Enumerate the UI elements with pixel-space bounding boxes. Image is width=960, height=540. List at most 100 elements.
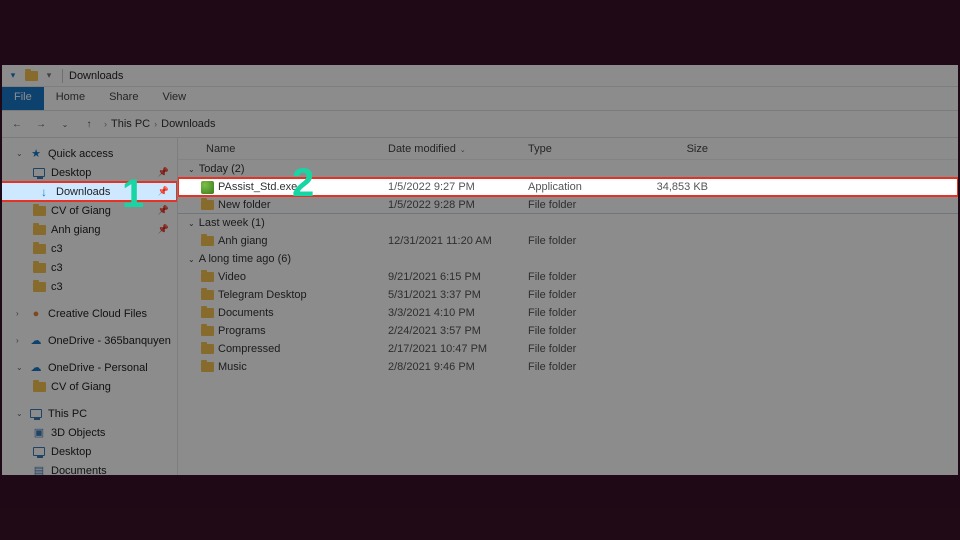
column-date[interactable]: Date modified⌄ — [388, 143, 528, 155]
tree-label: Downloads — [56, 186, 110, 198]
file-row[interactable]: Compressed2/17/2021 10:47 PMFile folder — [178, 340, 958, 358]
tree-label: OneDrive - 365banquyen — [48, 335, 171, 347]
chevron-down-icon: ⌄ — [188, 219, 195, 228]
file-date: 2/8/2021 9:46 PM — [388, 361, 528, 373]
tree-anh-giang[interactable]: Anh giang 📌 — [2, 220, 177, 239]
forward-button[interactable]: → — [32, 115, 50, 133]
folder-icon: ▣ — [32, 426, 46, 440]
file-date: 12/31/2021 11:20 AM — [388, 235, 528, 247]
nav-dropdown-icon[interactable]: ▾ — [6, 69, 20, 83]
file-name: Telegram Desktop — [218, 289, 388, 301]
file-type: Application — [528, 181, 638, 193]
column-label: Type — [528, 143, 552, 155]
back-button[interactable]: ← — [8, 115, 26, 133]
title-bar: ▾ ▾ Downloads — [2, 65, 958, 87]
tree-label: c3 — [51, 281, 63, 293]
file-row[interactable]: Video9/21/2021 6:15 PMFile folder — [178, 268, 958, 286]
up-button[interactable]: ↑ — [80, 115, 98, 133]
file-type: File folder — [528, 307, 638, 319]
folder-icon — [32, 261, 46, 275]
column-type[interactable]: Type — [528, 143, 638, 155]
file-date: 1/5/2022 9:27 PM — [388, 181, 528, 193]
tab-share[interactable]: Share — [97, 87, 150, 110]
tree-c3[interactable]: c3 — [2, 277, 177, 296]
cloud-icon: ☁ — [29, 361, 43, 375]
column-label: Size — [687, 143, 708, 155]
breadcrumb-this-pc[interactable]: This PC — [111, 118, 150, 130]
tree-this-pc[interactable]: ⌄This PC — [2, 404, 177, 423]
qat-dropdown-icon[interactable]: ▾ — [42, 69, 56, 83]
file-type: File folder — [528, 289, 638, 301]
file-date: 2/24/2021 3:57 PM — [388, 325, 528, 337]
tree-desktop-pc[interactable]: Desktop — [2, 442, 177, 461]
file-type: File folder — [528, 199, 638, 211]
column-label: Date modified — [388, 143, 456, 155]
window-title: Downloads — [69, 70, 123, 82]
file-size: 34,853 KB — [638, 181, 728, 193]
file-type: File folder — [528, 361, 638, 373]
tree-cv-of-giang-od[interactable]: CV of Giang — [2, 377, 177, 396]
column-name[interactable]: Name — [178, 143, 388, 155]
file-row[interactable]: Telegram Desktop5/31/2021 3:37 PMFile fo… — [178, 286, 958, 304]
file-date: 3/3/2021 4:10 PM — [388, 307, 528, 319]
tab-view[interactable]: View — [150, 87, 198, 110]
tree-label: c3 — [51, 262, 63, 274]
breadcrumb[interactable]: › This PC › Downloads — [104, 118, 216, 130]
chevron-icon: › — [104, 119, 107, 129]
tab-file[interactable]: File — [2, 87, 44, 110]
breadcrumb-downloads[interactable]: Downloads — [161, 118, 215, 130]
tree-label: Anh giang — [51, 224, 101, 236]
star-icon: ★ — [29, 147, 43, 161]
tree-onedrive-personal[interactable]: ⌄☁OneDrive - Personal — [2, 358, 177, 377]
tree-3d-objects[interactable]: ▣ 3D Objects — [2, 423, 177, 442]
column-size[interactable]: Size — [638, 143, 728, 155]
annotation-2: 2 — [292, 161, 314, 206]
tree-label: This PC — [48, 408, 87, 420]
nav-bar: ← → ⌄ ↑ › This PC › Downloads — [2, 110, 958, 138]
file-row[interactable]: Music2/8/2021 9:46 PMFile folder — [178, 358, 958, 376]
group-header-lastweek[interactable]: ⌄ Last week (1) — [178, 214, 958, 232]
tree-documents-pc[interactable]: ▤Documents — [2, 461, 177, 475]
folder-icon — [178, 236, 218, 246]
cloud-icon: ☁ — [29, 334, 43, 348]
file-name: Video — [218, 271, 388, 283]
tree-onedrive-365[interactable]: ›☁OneDrive - 365banquyen — [2, 331, 177, 350]
tree-creative-cloud[interactable]: ›●Creative Cloud Files — [2, 304, 177, 323]
file-date: 2/17/2021 10:47 PM — [388, 343, 528, 355]
tree-label: Desktop — [51, 446, 91, 458]
file-explorer-window: ▾ ▾ Downloads File Home Share View ← → ⌄… — [2, 65, 958, 475]
tree-quick-access[interactable]: ⌄★Quick access — [2, 144, 177, 163]
tree-label: c3 — [51, 243, 63, 255]
group-header-longtime[interactable]: ⌄ A long time ago (6) — [178, 250, 958, 268]
chevron-down-icon: ⌄ — [188, 255, 195, 264]
tree-cv-of-giang[interactable]: CV of Giang📌 — [2, 201, 177, 220]
recent-dropdown[interactable]: ⌄ — [56, 115, 74, 133]
exe-icon — [178, 181, 218, 194]
folder-icon — [178, 290, 218, 300]
tree-desktop[interactable]: Desktop📌 — [2, 163, 177, 182]
tree-label: Documents — [51, 465, 107, 476]
folder-icon — [178, 272, 218, 282]
tree-label: Creative Cloud Files — [48, 308, 147, 320]
chevron-down-icon: ⌄ — [188, 165, 195, 174]
tab-home[interactable]: Home — [44, 87, 97, 110]
group-label: A long time ago (6) — [199, 253, 291, 265]
tree-label: CV of Giang — [51, 205, 111, 217]
file-name: Documents — [218, 307, 388, 319]
tree-label: CV of Giang — [51, 381, 111, 393]
pc-icon — [29, 407, 43, 421]
creative-cloud-icon: ● — [29, 307, 43, 321]
pin-icon: 📌 — [158, 224, 169, 235]
file-row[interactable]: Documents3/3/2021 4:10 PMFile folder — [178, 304, 958, 322]
tree-downloads[interactable]: ↓Downloads📌 — [2, 182, 177, 201]
file-type: File folder — [528, 271, 638, 283]
tree-label: OneDrive - Personal — [48, 362, 148, 374]
column-label: Name — [206, 143, 235, 155]
file-row[interactable]: Anh giang 12/31/2021 11:20 AM File folde… — [178, 232, 958, 250]
tree-label: 3D Objects — [51, 427, 105, 439]
file-row[interactable]: Programs2/24/2021 3:57 PMFile folder — [178, 322, 958, 340]
group-label: Last week (1) — [199, 217, 265, 229]
tree-c3[interactable]: c3 — [2, 239, 177, 258]
desktop-icon — [32, 166, 46, 180]
tree-c3[interactable]: c3 — [2, 258, 177, 277]
